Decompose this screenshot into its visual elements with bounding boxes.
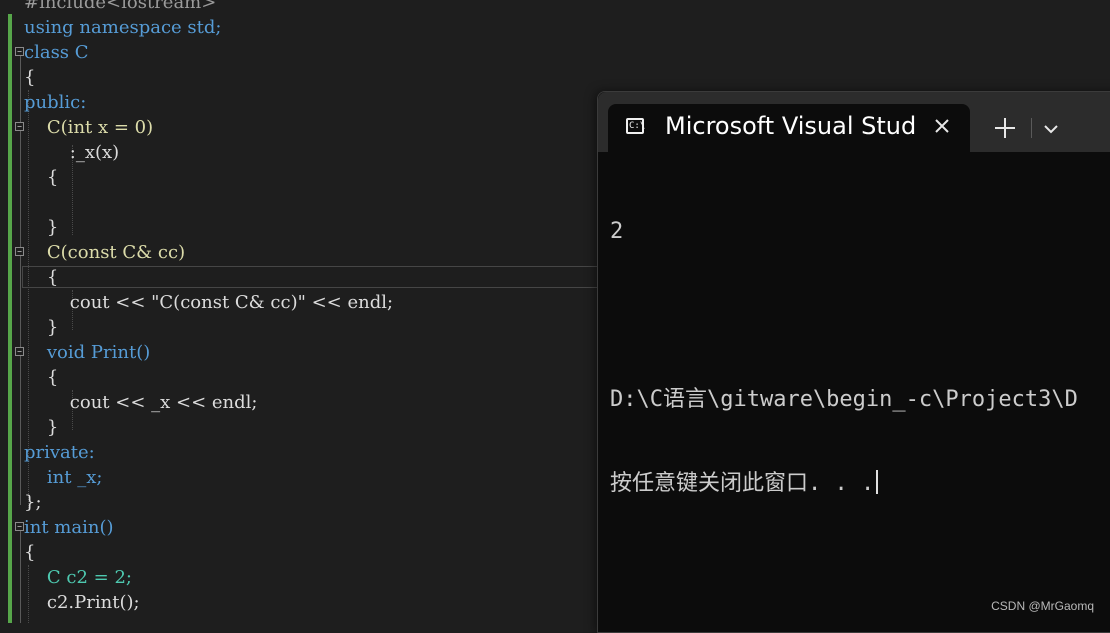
text-cursor — [876, 470, 879, 494]
code-line[interactable]: } — [24, 315, 58, 340]
code-line[interactable]: int main() — [24, 515, 114, 540]
terminal-output[interactable]: 2 D:\C语言\gitware\begin_-c\Project3\D 按任意… — [610, 162, 1078, 554]
tab-title: Microsoft Visual Stud — [665, 112, 917, 140]
token: } — [24, 317, 59, 338]
output-line-prompt: 按任意键关闭此窗口. . . — [610, 470, 1078, 498]
terminal-window[interactable]: C:\ Microsoft Visual Stud 2 D:\C语言\gitwa… — [597, 91, 1110, 633]
code-line[interactable]: cout << "C(const C& cc)" << endl; — [24, 290, 393, 315]
token: { — [24, 67, 36, 88]
titlebar-separator — [1031, 118, 1032, 138]
code-line[interactable]: #include<iostream> — [24, 0, 216, 15]
fold-outline-main — [20, 530, 21, 623]
code-line[interactable]: int _x; — [24, 465, 103, 490]
fold-toggle-class[interactable]: − — [15, 47, 24, 56]
terminal-tab[interactable]: C:\ Microsoft Visual Stud — [608, 104, 970, 152]
output-line: D:\C语言\gitware\begin_-c\Project3\D — [610, 387, 1078, 412]
token: int _x; — [24, 467, 103, 488]
token: { — [24, 542, 36, 563]
token: } — [24, 417, 59, 438]
current-line-highlight — [22, 266, 622, 288]
fold-toggle-copy-ctor[interactable]: − — [15, 247, 24, 256]
code-line[interactable]: { — [24, 165, 58, 190]
output-line: 2 — [610, 219, 624, 244]
token: using namespace std; — [24, 17, 222, 38]
code-line[interactable]: C(int x = 0) — [24, 115, 153, 140]
code-line[interactable]: using namespace std; — [24, 15, 221, 40]
close-icon[interactable] — [931, 115, 953, 137]
token: { — [24, 167, 59, 188]
token: class C — [24, 42, 89, 63]
fold-toggle-main[interactable]: − — [15, 522, 24, 531]
code-line[interactable]: }; — [24, 490, 42, 515]
change-indicator-bar — [8, 14, 12, 623]
code-line[interactable]: C(const C& cc) — [24, 240, 185, 265]
watermark: CSDN @MrGaomq — [991, 599, 1094, 613]
code-line[interactable]: C c2 = 2; — [24, 565, 132, 590]
code-line[interactable]: { — [24, 265, 58, 290]
token: { — [24, 267, 59, 288]
code-line[interactable]: public: — [24, 90, 86, 115]
token: public: — [24, 92, 87, 113]
console-icon: C:\ — [626, 118, 645, 134]
token: } — [24, 217, 59, 238]
plus-icon[interactable] — [993, 116, 1017, 140]
token: int main() — [24, 517, 114, 538]
code-line[interactable]: cout << _x << endl; — [24, 390, 258, 415]
fold-outline-copy-ctor — [20, 255, 21, 335]
code-line[interactable]: } — [24, 215, 58, 240]
code-line[interactable]: { — [24, 540, 35, 565]
token: #include<iostream> — [24, 0, 217, 13]
token: cout << "C(const C& cc)" << endl; — [24, 292, 394, 313]
fold-toggle-ctor[interactable]: − — [15, 122, 24, 131]
code-line[interactable]: class C — [24, 40, 89, 65]
token: cout << _x << endl; — [24, 392, 258, 413]
token: :_x(x) — [24, 142, 120, 163]
code-line[interactable]: :_x(x) — [24, 140, 119, 165]
token: C(const C& cc) — [24, 242, 186, 263]
code-line[interactable]: private: — [24, 440, 95, 465]
fold-outline-print — [20, 355, 21, 435]
code-line[interactable]: { — [24, 365, 58, 390]
code-line[interactable]: } — [24, 415, 58, 440]
token: C c2 = 2; — [24, 567, 132, 588]
code-line[interactable]: { — [24, 65, 35, 90]
token: C(int x = 0) — [24, 117, 154, 138]
token: }; — [24, 492, 42, 513]
fold-outline-ctor — [20, 130, 21, 240]
code-line[interactable]: c2.Print(); — [24, 590, 140, 615]
chevron-down-icon[interactable] — [1043, 120, 1059, 134]
fold-toggle-print[interactable]: − — [15, 347, 24, 356]
token: void Print() — [24, 342, 151, 363]
terminal-titlebar[interactable]: C:\ Microsoft Visual Stud — [598, 92, 1110, 152]
code-line[interactable]: void Print() — [24, 340, 150, 365]
token: private: — [24, 442, 95, 463]
token: { — [24, 367, 59, 388]
token: c2.Print(); — [24, 592, 140, 613]
output-line: 按任意键关闭此窗口. . . — [610, 471, 875, 496]
